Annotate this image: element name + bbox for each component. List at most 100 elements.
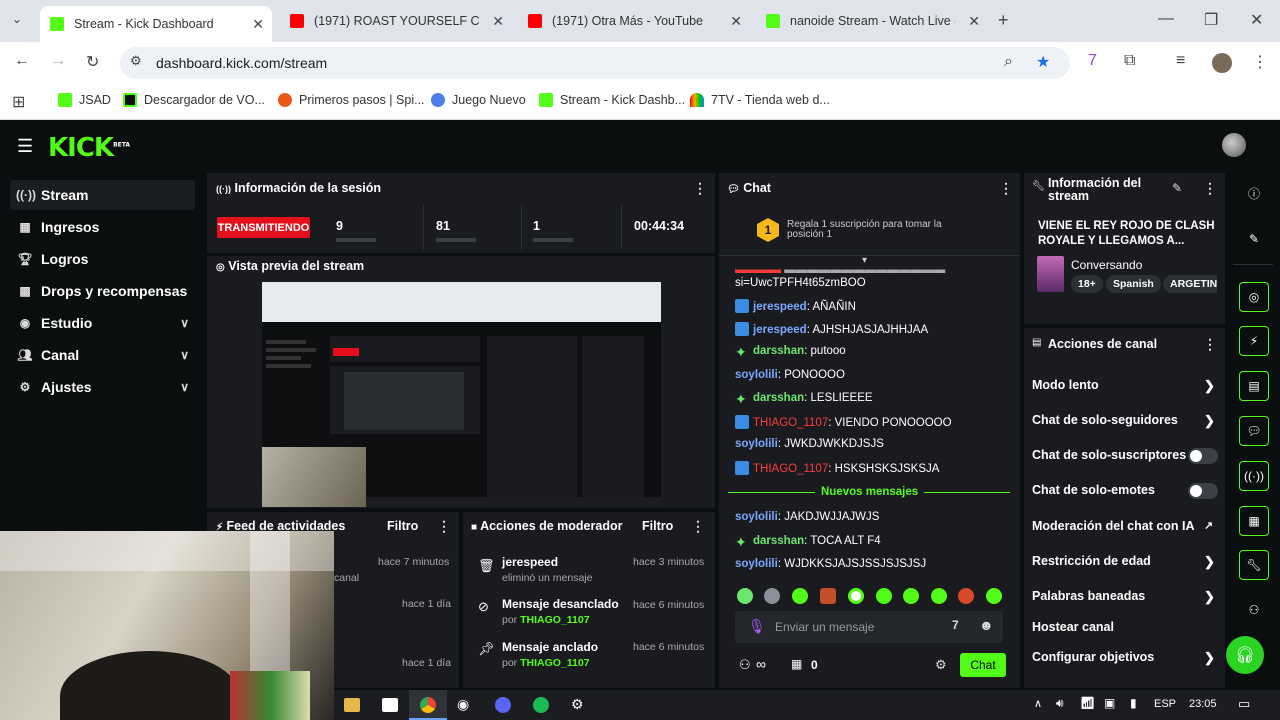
points-icon[interactable]: ⚇ [739, 657, 751, 673]
emote-icon[interactable] [876, 588, 892, 604]
tab-youtube-roast[interactable]: (1971) ROAST YOURSELF CHALL ✕ [280, 6, 512, 36]
chat-settings-icon[interactable]: ⚙ [935, 657, 947, 673]
emote-icon[interactable] [931, 588, 947, 604]
session-menu-icon[interactable]: ⋮ [693, 180, 707, 197]
nav-ingresos[interactable]: ▦ Ingresos [10, 212, 195, 242]
mod-item-user[interactable]: THIAGO_1107 [520, 657, 589, 669]
display-icon[interactable]: ▣ [1104, 696, 1115, 710]
bolt-widget-icon[interactable]: ⚡︎ [1239, 326, 1269, 356]
window-close-icon[interactable]: ✕ [1250, 10, 1263, 30]
chat-username[interactable]: darsshan [753, 345, 804, 357]
edit-icon[interactable]: ✎ [1239, 224, 1269, 254]
tab-search-icon[interactable]: ⌄ [12, 12, 22, 26]
bookmark-stream-kick[interactable]: Stream - Kick Dashb... [539, 93, 685, 107]
action-palabras-baneadas[interactable]: Palabras baneadas [1032, 589, 1145, 603]
bookmark-star-icon[interactable]: ★ [1036, 52, 1050, 72]
external-link-icon[interactable]: ↗ [1204, 519, 1213, 532]
close-icon[interactable]: ✕ [252, 16, 264, 33]
discord-icon[interactable] [495, 697, 511, 713]
chat-menu-icon[interactable]: ⋮ [999, 180, 1013, 197]
mod-menu-icon[interactable]: ⋮ [691, 518, 705, 535]
emote-icon[interactable] [792, 588, 808, 604]
camera-widget-icon[interactable]: ◎ [1239, 282, 1269, 312]
kick-logo[interactable]: KICKBETA [48, 133, 130, 163]
chat-message[interactable]: ✦ darsshan: putooo [735, 345, 846, 359]
zoom-icon[interactable]: ⌕ [1004, 53, 1013, 71]
mod-item-user[interactable]: THIAGO_1107 [520, 614, 589, 626]
nav-logros[interactable]: 🏆︎ Logros [10, 244, 195, 274]
chat-message[interactable]: jerespeed: AÑAÑIN [735, 299, 856, 313]
spotify-icon[interactable] [533, 697, 549, 713]
send-chat-button[interactable]: Chat [960, 653, 1006, 677]
user-avatar[interactable] [1222, 133, 1246, 157]
new-tab-icon[interactable]: + [998, 10, 1009, 31]
apps-grid-icon[interactable]: ⊞ [12, 92, 25, 112]
site-info-icon[interactable]: ⚙ [130, 53, 142, 69]
channel-actions-menu-icon[interactable]: ⋮ [1203, 336, 1217, 353]
action-modo-lento[interactable]: Modo lento [1032, 378, 1099, 392]
bookmark-juego-nuevo[interactable]: Juego Nuevo [431, 93, 526, 107]
action-restriccion-edad[interactable]: Restricción de edad [1032, 554, 1151, 568]
bookmark-jsad[interactable]: JSAD [58, 93, 111, 107]
reload-icon[interactable]: ↻ [86, 52, 99, 72]
chat-username[interactable]: soylolili [735, 558, 778, 570]
chat-widget-icon[interactable]: 💬︎ [1239, 416, 1269, 446]
tab-nanoide-stream[interactable]: nanoide Stream - Watch Live o ✕ [756, 6, 988, 36]
feed-filter-button[interactable]: Filtro [387, 519, 418, 533]
tab-youtube-otra-mas[interactable]: (1971) Otra Más - YouTube ✕ [518, 6, 750, 36]
broadcast-widget-icon[interactable]: ((·)) [1239, 461, 1269, 491]
chrome-taskbar-button[interactable] [409, 690, 447, 720]
chat-username[interactable]: darsshan [753, 535, 804, 547]
action-moderacion-ia[interactable]: Moderación del chat con IA [1032, 519, 1195, 533]
nav-estudio[interactable]: ◉ Estudio ∨ [10, 308, 195, 338]
tab-kick-dashboard[interactable]: Stream - Kick Dashboard ✕ [40, 6, 272, 42]
clock[interactable]: 23:05 [1189, 698, 1217, 710]
battery-icon[interactable]: ▮ [1130, 696, 1137, 710]
edit-pencil-icon[interactable]: ✎ [1172, 181, 1182, 195]
nav-ajustes[interactable]: ⚙ Ajustes ∨ [10, 372, 195, 402]
solo-suscriptores-toggle[interactable] [1188, 448, 1218, 464]
chevron-right-icon[interactable]: ❯ [1204, 650, 1215, 666]
close-icon[interactable]: ✕ [968, 13, 980, 30]
close-icon[interactable]: ✕ [730, 13, 742, 30]
language-indicator[interactable]: ESP [1154, 698, 1176, 710]
action-hostear-canal[interactable]: Hostear canal [1032, 620, 1114, 634]
chat-message[interactable]: soylolili: PONOOOO [735, 369, 845, 381]
info-icon[interactable]: ⓘ [1239, 178, 1269, 208]
category-name[interactable]: Conversando [1071, 258, 1142, 272]
emote-icon[interactable] [958, 588, 974, 604]
omnibox[interactable]: ⚙ dashboard.kick.com/stream ⌕ ★ [120, 47, 1070, 79]
forward-icon[interactable]: → [50, 52, 66, 70]
nav-stream[interactable]: ((·)) Stream [10, 180, 195, 210]
support-headset-button[interactable]: 🎧︎ [1226, 636, 1264, 674]
bookmark-7tv[interactable]: 7TV - Tienda web d... [690, 93, 830, 107]
emote-icon[interactable] [986, 588, 1002, 604]
back-icon[interactable]: ← [14, 52, 30, 70]
action-configurar-objetivos[interactable]: Configurar objetivos [1032, 650, 1154, 664]
chat-message[interactable]: ✦ darsshan: LESLIEEEE [735, 392, 873, 406]
microphone-icon[interactable]: 🎙︎ [748, 618, 766, 635]
chat-message[interactable]: soylolili: WJDKKSJAJSJSSJSJSJSJ [735, 558, 926, 570]
wifi-icon[interactable]: 📶︎ [1080, 696, 1095, 710]
file-explorer-icon[interactable] [344, 698, 360, 712]
wrench-widget-icon[interactable]: 🔧︎ [1239, 550, 1269, 580]
restore-icon[interactable]: ❐ [1204, 10, 1218, 30]
7tv-emote-icon[interactable]: 7 [952, 618, 959, 632]
chat-input[interactable]: 🎙︎ Enviar un mensaje 7 ☻ [735, 611, 1003, 643]
stream-preview-video[interactable] [262, 282, 661, 507]
document-widget-icon[interactable]: ▤ [1239, 371, 1269, 401]
chat-username[interactable]: THIAGO_1107 [753, 463, 828, 475]
bookmark-primeros-pasos[interactable]: Primeros pasos | Spi... [278, 93, 425, 107]
menu-icon[interactable]: ⋮ [1252, 52, 1268, 72]
solo-emotes-toggle[interactable] [1188, 483, 1218, 499]
emote-icon[interactable] [820, 588, 836, 604]
media-control-icon[interactable]: ≡ [1176, 52, 1185, 70]
chat-username[interactable]: darsshan [753, 392, 804, 404]
obs-icon[interactable]: ◉ [457, 696, 469, 713]
chat-message[interactable]: soylolili: JWKDJWKKDJSJS [735, 438, 884, 450]
gift-prompt[interactable]: Regala 1 suscripción para tomar la posic… [787, 220, 962, 240]
chat-username[interactable]: THIAGO_1107 [753, 417, 828, 429]
chat-message[interactable]: ✦ darsshan: TOCA ALT F4 [735, 535, 881, 549]
minimize-icon[interactable]: — [1158, 10, 1174, 28]
mod-filter-button[interactable]: Filtro [642, 519, 673, 533]
